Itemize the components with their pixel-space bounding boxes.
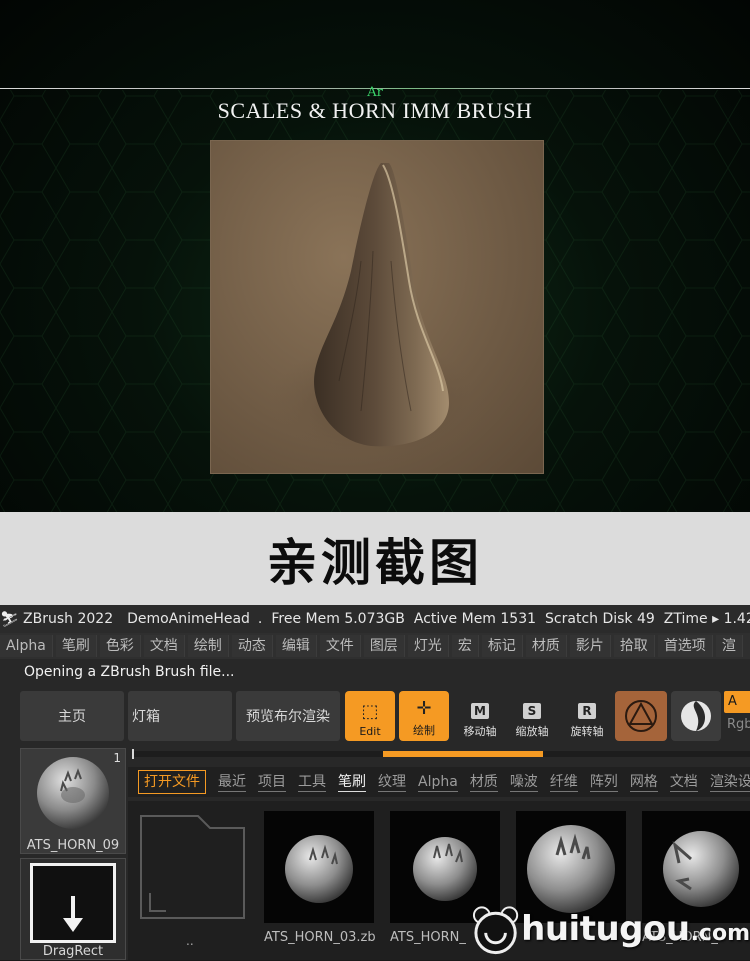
move-axis-button[interactable]: M 移动轴 [458, 693, 502, 741]
tab-recent[interactable]: 最近 [218, 773, 246, 792]
menu-item[interactable]: 文件 [319, 635, 361, 657]
horn-brush-sphere-icon [285, 835, 353, 903]
material-sphere-icon [681, 701, 711, 731]
dragrect-frame [30, 863, 116, 943]
menu-item[interactable]: 宏 [451, 635, 479, 657]
menu-item[interactable]: 标记 [481, 635, 523, 657]
scratch-disk: Scratch Disk 49 [545, 611, 655, 627]
move-icon: M [471, 703, 489, 719]
rotate-icon: R [578, 703, 596, 719]
site-watermark: huitugou .com [470, 897, 750, 961]
tool-palette: 1 ATS_HORN_09 DragRect [20, 748, 126, 960]
draw-label: 绘制 [413, 724, 435, 737]
active-mem: Active Mem 1531 [413, 611, 537, 627]
brush-thumbnail[interactable] [264, 811, 374, 923]
edit-icon: ⬚ [361, 701, 379, 722]
tab-open-file[interactable]: 打开文件 [138, 770, 206, 794]
zbrush-window: ⛷ ZBrush 2022 DemoAnimeHead . Free Mem 5… [0, 605, 750, 960]
edit-label: Edit [359, 725, 381, 738]
status-notice: Opening a ZBrush Brush file... [24, 664, 235, 680]
menu-item[interactable]: 色彩 [99, 635, 141, 657]
tab-tool[interactable]: 工具 [298, 773, 326, 792]
horn-render [267, 163, 487, 463]
menu-item[interactable]: 文档 [143, 635, 185, 657]
current-tool-thumbnail[interactable]: 1 ATS_HORN_09 [20, 748, 126, 854]
move-label: 移动轴 [463, 725, 497, 738]
bpr-preview-button[interactable]: 预览布尔渲染 [236, 691, 340, 741]
browser-tabs: 打开文件 最近 项目 工具 笔刷 纹理 Alpha 材质 噪波 纤维 阵列 网格… [128, 767, 750, 797]
tab-noise[interactable]: 噪波 [509, 773, 538, 792]
bpr-button-label: 预览布尔渲染 [246, 709, 330, 725]
rotate-axis-button[interactable]: R 旋转轴 [565, 693, 609, 741]
dragrect-stroke-thumbnail[interactable]: DragRect [20, 858, 126, 960]
menu-item[interactable]: 笔刷 [55, 635, 97, 657]
brush-sphere-icon [37, 757, 109, 829]
parent-folder-tile[interactable] [138, 813, 248, 933]
tab-texture[interactable]: 纹理 [378, 773, 406, 792]
scale-axis-button[interactable]: S 缩放轴 [510, 693, 554, 741]
caption-band: 亲测截图 [0, 512, 750, 605]
folder-icon [140, 815, 245, 919]
tab-array[interactable]: 阵列 [589, 773, 618, 792]
tab-brush[interactable]: 笔刷 [338, 773, 366, 792]
lightbox-button-label: 灯箱 [132, 709, 160, 725]
shelf-toolbar: 主页 灯箱 预览布尔渲染 ⬚ Edit ✛ 绘制 M 移动轴 S 缩放轴 R 旋… [0, 689, 750, 745]
menu-item[interactable]: 影片 [569, 635, 611, 657]
scale-label: 缩放轴 [515, 725, 549, 738]
menu-item[interactable]: 拾取 [613, 635, 655, 657]
main-menu-bar: Alpha 笔刷 色彩 文档 绘制 动态 编辑 文件 图层 灯光 宏 标记 材质… [0, 633, 750, 659]
tab-render[interactable]: 渲染设 [709, 773, 750, 792]
menu-item[interactable]: 首选项 [657, 635, 713, 657]
horn-brush-preview [210, 140, 544, 474]
tab-material[interactable]: 材质 [469, 773, 498, 792]
free-mem: Free Mem 5.073GB [271, 611, 405, 627]
menu-item[interactable]: 动态 [231, 635, 273, 657]
tab-document[interactable]: 文档 [669, 773, 698, 792]
rotate-label: 旋转轴 [570, 725, 604, 738]
scroll-thumb[interactable] [382, 751, 543, 757]
rgb-label: Rgb [727, 717, 750, 732]
zbrush-logo-icon: ⛷ [0, 610, 20, 628]
brush-thumbnail-label: ATS_HORN_03.zb [264, 930, 376, 945]
home-button[interactable]: 主页 [20, 691, 124, 741]
scroll-start-tick [132, 749, 134, 759]
promo-title: SCALES & HORN IMM BRUSH [217, 98, 533, 123]
draw-mode-button[interactable]: ✛ 绘制 [399, 691, 449, 741]
dragrect-label: DragRect [42, 944, 104, 959]
menu-item[interactable]: 渲 [715, 635, 743, 657]
edit-mode-button[interactable]: ⬚ Edit [345, 691, 395, 741]
tab-fibers[interactable]: 纤维 [549, 773, 578, 792]
draw-crosshair-icon: ✛ [416, 698, 432, 719]
watermark-suffix: .com [690, 920, 750, 946]
caption-text: 亲测截图 [267, 533, 483, 592]
menu-item[interactable]: 绘制 [187, 635, 229, 657]
tab-alpha[interactable]: Alpha [418, 773, 458, 792]
menu-item[interactable]: 灯光 [407, 635, 449, 657]
parent-folder-label: .. [186, 934, 194, 948]
menu-item[interactable]: Alpha [0, 635, 53, 657]
title-bar: ⛷ ZBrush 2022 DemoAnimeHead . Free Mem 5… [0, 605, 750, 633]
sculptris-pro-button[interactable] [615, 691, 667, 741]
current-tool-name: ATS_HORN_09 [26, 838, 120, 853]
menu-item[interactable]: 编辑 [275, 635, 317, 657]
tab-project[interactable]: 项目 [258, 773, 286, 792]
alpha-a-button[interactable]: A [724, 691, 750, 713]
ztime: ZTime ▸ 1.428 T [663, 611, 750, 627]
app-name: ZBrush 2022 [23, 611, 114, 627]
scale-icon: S [523, 703, 541, 719]
triangle-circle-icon [625, 700, 657, 732]
brush-thumbnail-label: ATS_HORN_ [390, 930, 466, 945]
promo-banner: Ar SCALES & HORN IMM BRUSH [0, 0, 750, 512]
document-name: DemoAnimeHead [127, 611, 250, 627]
menu-item[interactable]: 图层 [363, 635, 405, 657]
browser-scroll-track[interactable] [132, 749, 750, 759]
bear-logo-icon [472, 906, 519, 955]
watermark-text: huitugou [521, 909, 690, 949]
menu-item[interactable]: 材质 [525, 635, 567, 657]
lightbox-button[interactable]: 灯箱 [128, 691, 232, 741]
tab-grid[interactable]: 网格 [629, 773, 658, 792]
home-button-label: 主页 [58, 709, 86, 725]
down-arrow-icon [63, 896, 83, 932]
material-sphere-button[interactable] [671, 691, 721, 741]
